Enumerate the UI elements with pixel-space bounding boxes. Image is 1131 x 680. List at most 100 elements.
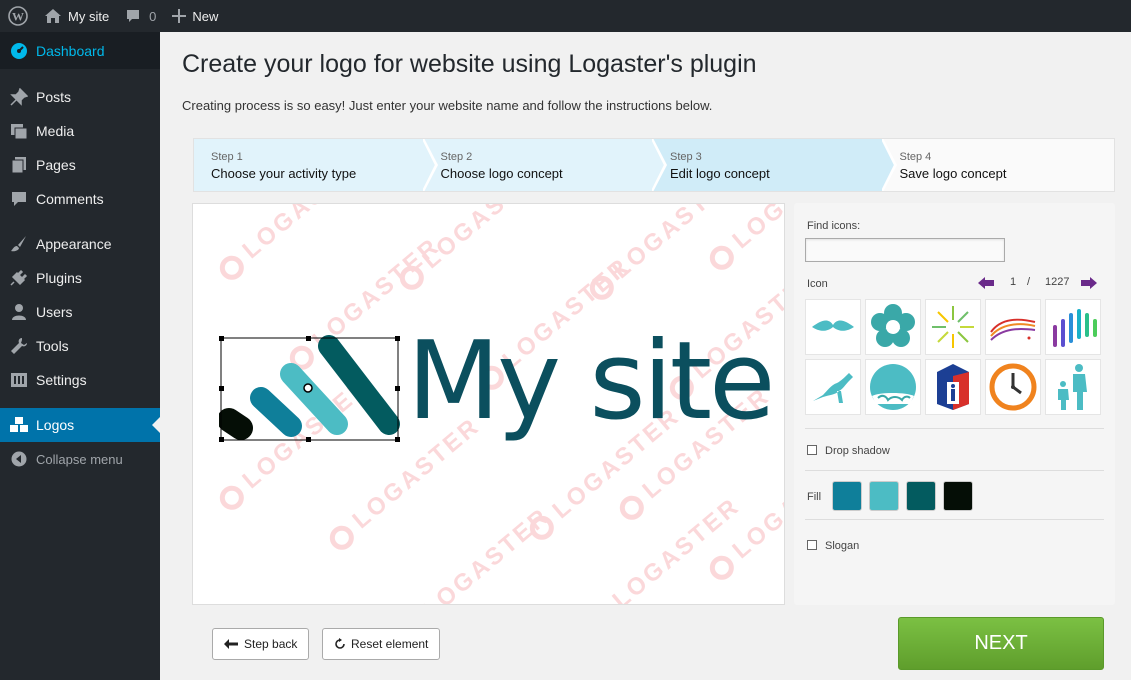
logo-canvas[interactable]: LOGASTER LOGASTER LOGASTER LOGASTER LOGA… [192,203,785,605]
site-name-label: My site [68,8,110,24]
page-current: 1 [1010,276,1017,288]
arrow-left-icon [224,639,238,649]
starburst-icon[interactable] [925,299,981,355]
comment-icon [127,10,140,22]
site-name-link[interactable]: My site [36,0,117,32]
step-back-label: Step back [244,637,298,651]
steps-progress: Step 1 Choose your activity type Step 2 … [193,138,1115,192]
watermark-text: LOGASTER [393,502,556,604]
comment-icon [9,189,29,209]
divider [805,470,1104,471]
icon-grid [805,299,1102,415]
page-title: Create your logo for website using Logas… [182,50,757,78]
box-figure-icon[interactable] [925,359,981,415]
new-content-link[interactable]: New [164,0,226,32]
sidebar-item-dashboard[interactable]: Dashboard [0,32,160,69]
step-1: Step 1 Choose your activity type [194,139,437,191]
logo-text[interactable]: My site [407,322,775,442]
sidebar-item-appearance[interactable]: Appearance [0,227,160,261]
comments-count: 0 [149,8,157,24]
clock-icon[interactable] [985,359,1041,415]
fill-swatch-blue[interactable] [832,481,862,511]
comments-link[interactable]: 0 [117,0,164,32]
fill-swatch-black[interactable] [943,481,973,511]
icon-label: Icon [807,278,828,290]
page-subtitle: Creating process is so easy! Just enter … [182,98,713,113]
step-4: Step 4 Save logo concept [882,139,1114,191]
pin-icon [9,87,29,107]
step-label: Choose your activity type [211,166,357,181]
media-icon [9,121,29,141]
step-number: Step 2 [440,151,473,163]
sidebar-item-posts[interactable]: Posts [0,80,160,114]
sidebar-item-label: Appearance [36,236,112,252]
slogan-checkbox[interactable] [807,540,817,550]
sidebar-item-settings[interactable]: Settings [0,363,160,397]
kangaroo-icon[interactable] [805,359,861,415]
sidebar-item-label: Logos [36,417,75,433]
step-number: Step 1 [211,151,243,163]
find-icons-input[interactable] [805,238,1005,262]
sidebar-item-label: Dashboard [36,42,105,59]
cubes-icon [9,415,29,435]
step-label: Edit logo concept [670,166,770,181]
bar-graph-icon[interactable] [1045,299,1101,355]
plug-icon [9,268,29,288]
find-icons-label: Find icons: [807,220,861,232]
reset-element-button[interactable]: Reset element [322,628,441,660]
wordpress-logo-icon[interactable]: W [0,0,36,32]
next-button[interactable]: NEXT [898,617,1104,670]
fill-label: Fill [807,491,822,503]
settings-icon [9,370,29,390]
family-icon[interactable] [1045,359,1101,415]
reset-icon [335,638,345,649]
sidebar-item-label: Comments [36,191,104,207]
pages-icon [9,155,29,175]
sidebar-item-label: Users [36,304,73,320]
island-badge-icon[interactable] [865,359,921,415]
prev-page-arrow-icon[interactable] [978,277,994,289]
watermark-text: LOGASTER [213,204,376,285]
mustache-icon[interactable] [805,299,861,355]
sidebar-item-label: Tools [36,338,69,354]
divider [805,428,1104,429]
next-page-arrow-icon[interactable] [1081,277,1097,289]
svg-text:W: W [12,10,24,24]
flower-icon[interactable] [865,299,921,355]
collapse-arrow-icon [9,449,29,469]
admin-bar: W My site 0 New [0,0,1131,32]
sidebar-item-label: Posts [36,89,72,105]
step-back-button[interactable]: Step back [212,628,310,660]
sidebar-item-comments[interactable]: Comments [0,182,160,216]
sidebar-item-label: Media [36,123,75,139]
step-number: Step 3 [670,151,702,163]
page-separator: / [1027,276,1031,288]
sidebar-item-logos[interactable]: Logos [0,408,160,442]
wave-lines-icon[interactable] [985,299,1041,355]
brush-icon [9,234,29,254]
fill-swatch-dark-teal[interactable] [906,481,936,511]
reset-element-label: Reset element [351,637,429,651]
sidebar-item-label: Pages [36,157,76,173]
step-3-current: Step 3 Edit logo concept [653,139,896,191]
collapse-menu-button[interactable]: Collapse menu [0,442,160,476]
next-label: NEXT [974,632,1028,654]
sidebar-item-media[interactable]: Media [0,114,160,148]
sidebar-item-plugins[interactable]: Plugins [0,261,160,295]
step-label: Save logo concept [899,166,1007,181]
drop-shadow-checkbox[interactable] [807,445,817,455]
edit-panel: Find icons: Icon 1 / 1227 Drop shadow Fi… [794,203,1115,605]
sidebar-item-pages[interactable]: Pages [0,148,160,182]
watermark-text: LOGASTER [703,204,784,275]
main-content: Create your logo for website using Logas… [160,32,1131,680]
step-2: Step 2 Choose logo concept [423,139,667,191]
sidebar-item-users[interactable]: Users [0,295,160,329]
divider [805,519,1104,520]
sidebar-item-label: Settings [36,372,87,388]
home-icon [45,9,61,23]
sidebar-item-tools[interactable]: Tools [0,329,160,363]
user-icon [9,302,29,322]
admin-sidebar: Dashboard Posts Media Pages Comments App… [0,32,160,680]
fill-swatch-teal[interactable] [869,481,899,511]
logo-mark-selected[interactable] [219,332,401,442]
